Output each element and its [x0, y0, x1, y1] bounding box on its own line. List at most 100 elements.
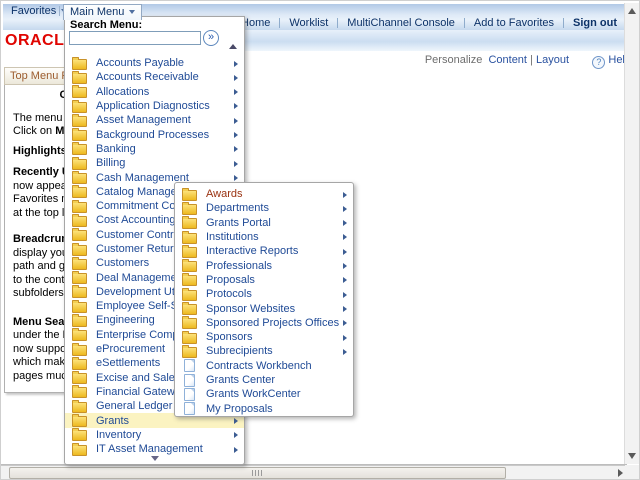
scroll-down-icon[interactable]: [151, 456, 159, 461]
scrollbar-down-arrow-icon[interactable]: [628, 453, 636, 459]
folder-icon: [72, 302, 87, 313]
grants-submenu: Awards Departments Grants PortalInstitutio…: [174, 182, 354, 417]
search-menu-input[interactable]: [69, 31, 201, 45]
folder-icon: [182, 333, 197, 344]
menu-item-allocations[interactable]: Allocations: [65, 85, 244, 99]
submenu-item-sponsored-projects-offices[interactable]: Sponsored Projects Offices: [175, 316, 353, 330]
submenu-item-institutions[interactable]: Institutions: [175, 230, 353, 244]
submenu-item-departments[interactable]: Departments: [175, 201, 353, 215]
menu-item-label: Billing: [96, 157, 125, 169]
submenu-arrow-icon: [234, 132, 238, 138]
menu-item-label: General Ledger: [96, 400, 172, 412]
vertical-scrollbar[interactable]: [624, 3, 639, 464]
scroll-up-icon[interactable]: [229, 44, 237, 49]
submenu-arrow-icon: [343, 263, 347, 269]
folder-icon: [182, 190, 197, 201]
submenu-item-label: Professionals: [206, 260, 272, 272]
main-menu-tab[interactable]: Main Menu: [63, 4, 142, 20]
folder-icon: [72, 59, 87, 70]
submenu-arrow-icon: [234, 103, 238, 109]
application-window: Favorites Main Menu HomeWorklistMultiCha…: [0, 0, 640, 480]
submenu-item-proposals[interactable]: Proposals: [175, 273, 353, 287]
folder-icon: [72, 359, 87, 370]
folder-icon: [182, 347, 197, 358]
submenu-item-interactive-reports[interactable]: Interactive Reports: [175, 244, 353, 258]
personalize-row: Personalize Content | Layout: [425, 54, 569, 66]
submenu-item-label: Awards: [206, 188, 242, 200]
menu-item-it-asset-management[interactable]: IT Asset Management: [65, 442, 244, 456]
folder-icon: [72, 430, 87, 441]
submenu-item-sponsor-websites[interactable]: Sponsor Websites: [175, 301, 353, 315]
folder-icon: [72, 387, 87, 398]
scrollbar-right-arrow-icon[interactable]: [618, 469, 623, 477]
menu-item-label: Allocations: [96, 86, 149, 98]
menu-item-accounts-payable[interactable]: Accounts Payable: [65, 56, 244, 70]
menu-item-label: eSettlements: [96, 357, 160, 369]
submenu-item-sponsors[interactable]: Sponsors: [175, 330, 353, 344]
folder-icon: [72, 245, 87, 256]
personalize-content-link[interactable]: Content: [488, 54, 527, 66]
submenu-item-label: Grants Center: [206, 374, 275, 386]
submenu-arrow-icon: [343, 292, 347, 298]
submenu-item-protocols[interactable]: Protocols: [175, 287, 353, 301]
menu-item-background-processes[interactable]: Background Processes: [65, 127, 244, 141]
folder-icon: [182, 218, 197, 229]
submenu-arrow-icon: [343, 206, 347, 212]
submenu-item-my-proposals[interactable]: My Proposals: [175, 401, 353, 415]
menu-item-label: Deal Management: [96, 272, 186, 284]
menu-item-label: Accounts Payable: [96, 57, 184, 69]
page-icon: [184, 374, 195, 387]
horizontal-scrollbar[interactable]: [1, 465, 627, 479]
personalize-label: Personalize: [425, 54, 482, 66]
submenu-item-awards[interactable]: Awards: [175, 187, 353, 201]
link-multichannel-console[interactable]: MultiChannel Console: [338, 17, 464, 29]
menu-item-billing[interactable]: Billing: [65, 156, 244, 170]
submenu-item-professionals[interactable]: Professionals: [175, 258, 353, 272]
submenu-arrow-icon: [234, 61, 238, 67]
submenu-item-label: Proposals: [206, 274, 255, 286]
tab-divider: [59, 6, 60, 16]
folder-icon: [72, 273, 87, 284]
page-icon: [184, 388, 195, 401]
submenu-item-label: Departments: [206, 202, 269, 214]
sign-out-link[interactable]: Sign out: [564, 17, 619, 29]
submenu-arrow-icon: [343, 192, 347, 198]
submenu-arrow-icon: [343, 249, 347, 255]
folder-icon: [72, 345, 87, 356]
folder-icon: [72, 187, 87, 198]
link-worklist[interactable]: Worklist: [280, 17, 337, 29]
link-add-to-favorites[interactable]: Add to Favorites: [465, 17, 563, 29]
submenu-item-label: Protocols: [206, 288, 252, 300]
submenu-item-contracts-workbench[interactable]: Contracts Workbench: [175, 359, 353, 373]
menu-item-label: Grants: [96, 415, 129, 427]
submenu-arrow-icon: [234, 146, 238, 152]
menu-item-accounts-receivable[interactable]: Accounts Receivable: [65, 70, 244, 84]
scrollbar-corner: [625, 465, 639, 479]
submenu-arrow-icon: [234, 175, 238, 181]
menu-item-inventory[interactable]: Inventory: [65, 428, 244, 442]
submenu-item-subrecipients[interactable]: Subrecipients: [175, 344, 353, 358]
menu-item-banking[interactable]: Banking: [65, 142, 244, 156]
submenu-item-label: Contracts Workbench: [206, 360, 312, 372]
submenu-arrow-icon: [234, 432, 238, 438]
folder-icon: [72, 287, 87, 298]
submenu-arrow-icon: [234, 75, 238, 81]
personalize-layout-link[interactable]: Layout: [536, 54, 569, 66]
folder-icon: [182, 318, 197, 329]
header-links: HomeWorklistMultiChannel ConsoleAdd to F…: [232, 17, 619, 30]
submenu-arrow-icon: [343, 335, 347, 341]
menu-item-label: eProcurement: [96, 343, 165, 355]
menu-item-label: Customers: [96, 257, 149, 269]
submenu-item-grants-workcenter[interactable]: Grants WorkCenter: [175, 387, 353, 401]
folder-icon: [182, 247, 197, 258]
search-go-button[interactable]: »: [203, 30, 219, 46]
menu-item-application-diagnostics[interactable]: Application Diagnostics: [65, 99, 244, 113]
submenu-item-grants-center[interactable]: Grants Center: [175, 373, 353, 387]
folder-icon: [72, 87, 87, 98]
menu-item-asset-management[interactable]: Asset Management: [65, 113, 244, 127]
submenu-item-label: Interactive Reports: [206, 245, 298, 257]
scrollbar-grip-icon: [252, 470, 264, 476]
scrollbar-up-arrow-icon[interactable]: [628, 8, 636, 14]
horizontal-scrollbar-thumb[interactable]: [9, 467, 506, 479]
submenu-item-grants-portal[interactable]: Grants Portal: [175, 216, 353, 230]
